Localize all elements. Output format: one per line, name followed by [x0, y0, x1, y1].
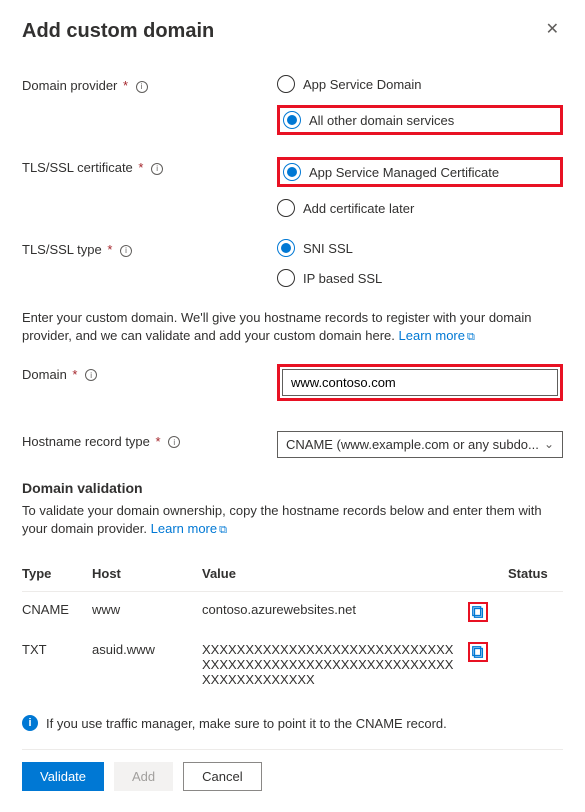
col-header-status: Status — [508, 556, 563, 592]
chevron-down-icon: ⌄ — [544, 437, 554, 451]
info-icon[interactable]: i — [120, 245, 132, 257]
cell-value: contoso.azurewebsites.net — [202, 592, 468, 633]
external-link-icon: ⧉ — [219, 524, 227, 536]
learn-more-link[interactable]: Learn more⧉ — [151, 521, 227, 536]
domain-input[interactable] — [282, 369, 558, 396]
domain-label: Domain — [22, 367, 67, 382]
hostname-record-select[interactable]: CNAME (www.example.com or any subdo... ⌄ — [277, 431, 563, 458]
radio-label: App Service Domain — [303, 77, 422, 92]
info-icon: i — [22, 715, 38, 731]
table-row: TXT asuid.www XXXXXXXXXXXXXXXXXXXXXXXXXX… — [22, 632, 563, 697]
radio-label: All other domain services — [309, 113, 454, 128]
col-header-host: Host — [92, 556, 202, 592]
domain-description: Enter your custom domain. We'll give you… — [22, 309, 563, 346]
copy-icon[interactable] — [471, 645, 485, 659]
cell-value: XXXXXXXXXXXXXXXXXXXXXXXXXXXXXXXXXXXXXXXX… — [202, 632, 468, 697]
learn-more-link[interactable]: Learn more⧉ — [399, 328, 475, 343]
required-asterisk: * — [107, 242, 112, 257]
cell-type: CNAME — [22, 592, 92, 633]
table-row: CNAME www contoso.azurewebsites.net — [22, 592, 563, 633]
domain-validation-desc: To validate your domain ownership, copy … — [22, 502, 563, 539]
required-asterisk: * — [123, 78, 128, 93]
required-asterisk: * — [72, 367, 77, 382]
radio-label: Add certificate later — [303, 201, 414, 216]
info-icon[interactable]: i — [136, 81, 148, 93]
required-asterisk: * — [156, 434, 161, 449]
radio-app-managed-cert[interactable]: App Service Managed Certificate — [283, 163, 499, 181]
external-link-icon: ⧉ — [467, 331, 475, 343]
domain-provider-label: Domain provider — [22, 78, 117, 93]
info-text: If you use traffic manager, make sure to… — [46, 716, 447, 731]
tls-type-label: TLS/SSL type — [22, 242, 102, 257]
copy-icon[interactable] — [471, 605, 485, 619]
radio-label: IP based SSL — [303, 271, 382, 286]
validation-table: Type Host Value Status CNAME www contoso… — [22, 556, 563, 697]
cancel-button[interactable]: Cancel — [183, 762, 261, 791]
info-icon[interactable]: i — [85, 369, 97, 381]
radio-label: App Service Managed Certificate — [309, 165, 499, 180]
add-button: Add — [114, 762, 173, 791]
select-value: CNAME (www.example.com or any subdo... — [286, 437, 539, 452]
radio-ip-ssl[interactable]: IP based SSL — [277, 269, 563, 287]
close-icon[interactable]: ✕ — [540, 18, 565, 40]
cell-host: asuid.www — [92, 632, 202, 697]
tls-cert-label: TLS/SSL certificate — [22, 160, 133, 175]
cell-type: TXT — [22, 632, 92, 697]
required-asterisk: * — [138, 160, 143, 175]
domain-validation-heading: Domain validation — [22, 480, 563, 496]
info-icon[interactable]: i — [151, 163, 163, 175]
radio-app-service-domain[interactable]: App Service Domain — [277, 75, 563, 93]
radio-all-other-domain[interactable]: All other domain services — [283, 111, 454, 129]
page-title: Add custom domain — [22, 20, 563, 43]
info-icon[interactable]: i — [168, 436, 180, 448]
hostname-record-label: Hostname record type — [22, 434, 150, 449]
col-header-type: Type — [22, 556, 92, 592]
radio-label: SNI SSL — [303, 241, 353, 256]
cell-host: www — [92, 592, 202, 633]
radio-add-later[interactable]: Add certificate later — [277, 199, 563, 217]
validate-button[interactable]: Validate — [22, 762, 104, 791]
radio-sni-ssl[interactable]: SNI SSL — [277, 239, 563, 257]
col-header-value: Value — [202, 556, 468, 592]
